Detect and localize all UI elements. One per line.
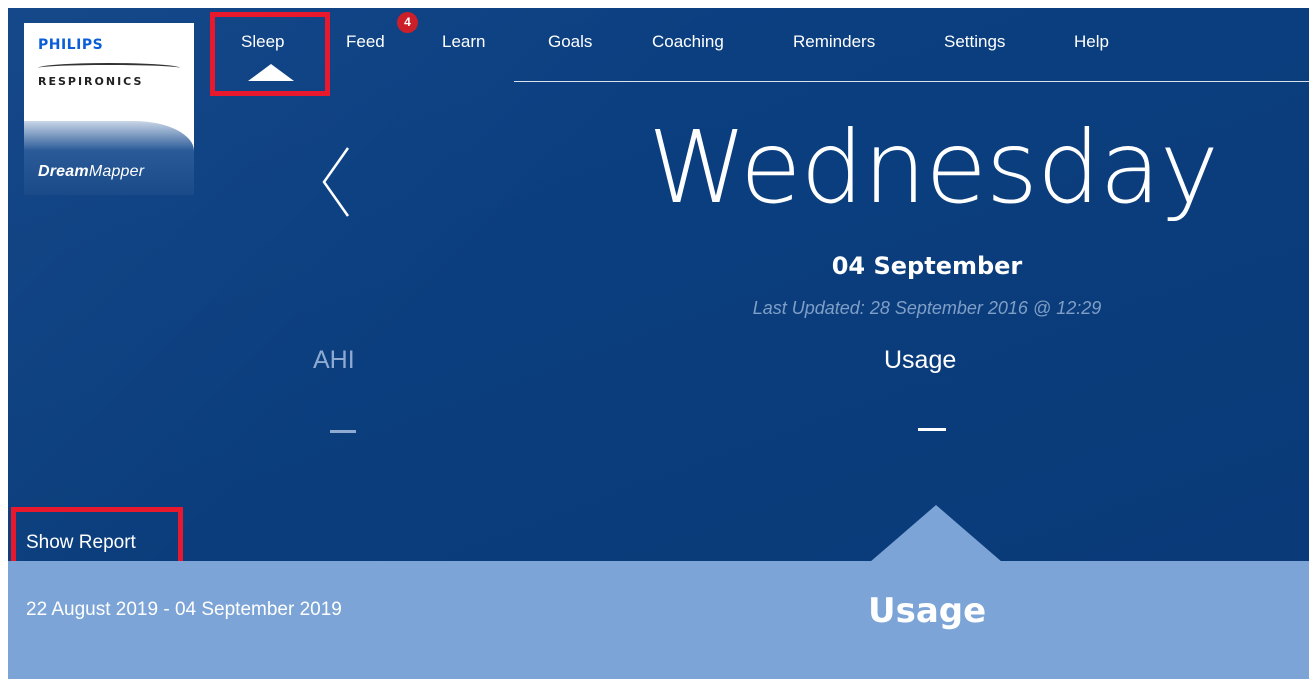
logo-band (24, 121, 194, 195)
sleep-tab-highlight (210, 12, 330, 96)
logo-swoosh (38, 63, 180, 73)
usage-metric-value (918, 428, 946, 431)
ahi-metric-label[interactable]: AHI (313, 346, 355, 375)
nav-item-coaching[interactable]: Coaching (652, 32, 724, 52)
main-nav: Sleep Feed 4 Learn Goals Coaching Remind… (218, 8, 1309, 88)
logo-brand: PHILIPS (38, 37, 104, 53)
logo-product-prefix: Dream (38, 163, 89, 180)
nav-underline (514, 81, 1309, 82)
nav-item-help[interactable]: Help (1074, 32, 1109, 52)
philips-dreammapper-logo: PHILIPS RESPIRONICS DreamMapper (24, 23, 194, 195)
report-date-range: 22 August 2019 - 04 September 2019 (26, 599, 342, 620)
usage-panel-pointer (870, 505, 1002, 562)
feed-notification-badge: 4 (397, 12, 418, 33)
logo-subbrand: RESPIRONICS (38, 75, 144, 88)
logo-product-suffix: Mapper (88, 163, 145, 180)
day-of-week-title: Wednesday (648, 109, 1219, 226)
nav-item-goals[interactable]: Goals (548, 32, 592, 52)
usage-report-panel: 22 August 2019 - 04 September 2019 Usage (8, 561, 1309, 679)
ahi-metric-value (330, 430, 356, 433)
usage-metric-label[interactable]: Usage (884, 346, 956, 375)
nav-item-reminders[interactable]: Reminders (793, 32, 875, 52)
nav-item-settings[interactable]: Settings (944, 32, 1005, 52)
logo-product-name: DreamMapper (38, 163, 144, 181)
nav-item-learn[interactable]: Learn (442, 32, 485, 52)
nav-item-feed[interactable]: Feed (346, 32, 385, 52)
last-updated-text: Last Updated: 28 September 2016 @ 12:29 (752, 298, 1102, 318)
dreammapper-app: PHILIPS RESPIRONICS DreamMapper Sleep Fe… (8, 8, 1309, 679)
selected-date: 04 September (831, 252, 1023, 280)
previous-day-chevron-icon[interactable] (314, 142, 364, 222)
usage-panel-title: Usage (868, 591, 987, 631)
sleep-hero: PHILIPS RESPIRONICS DreamMapper Sleep Fe… (8, 8, 1309, 581)
